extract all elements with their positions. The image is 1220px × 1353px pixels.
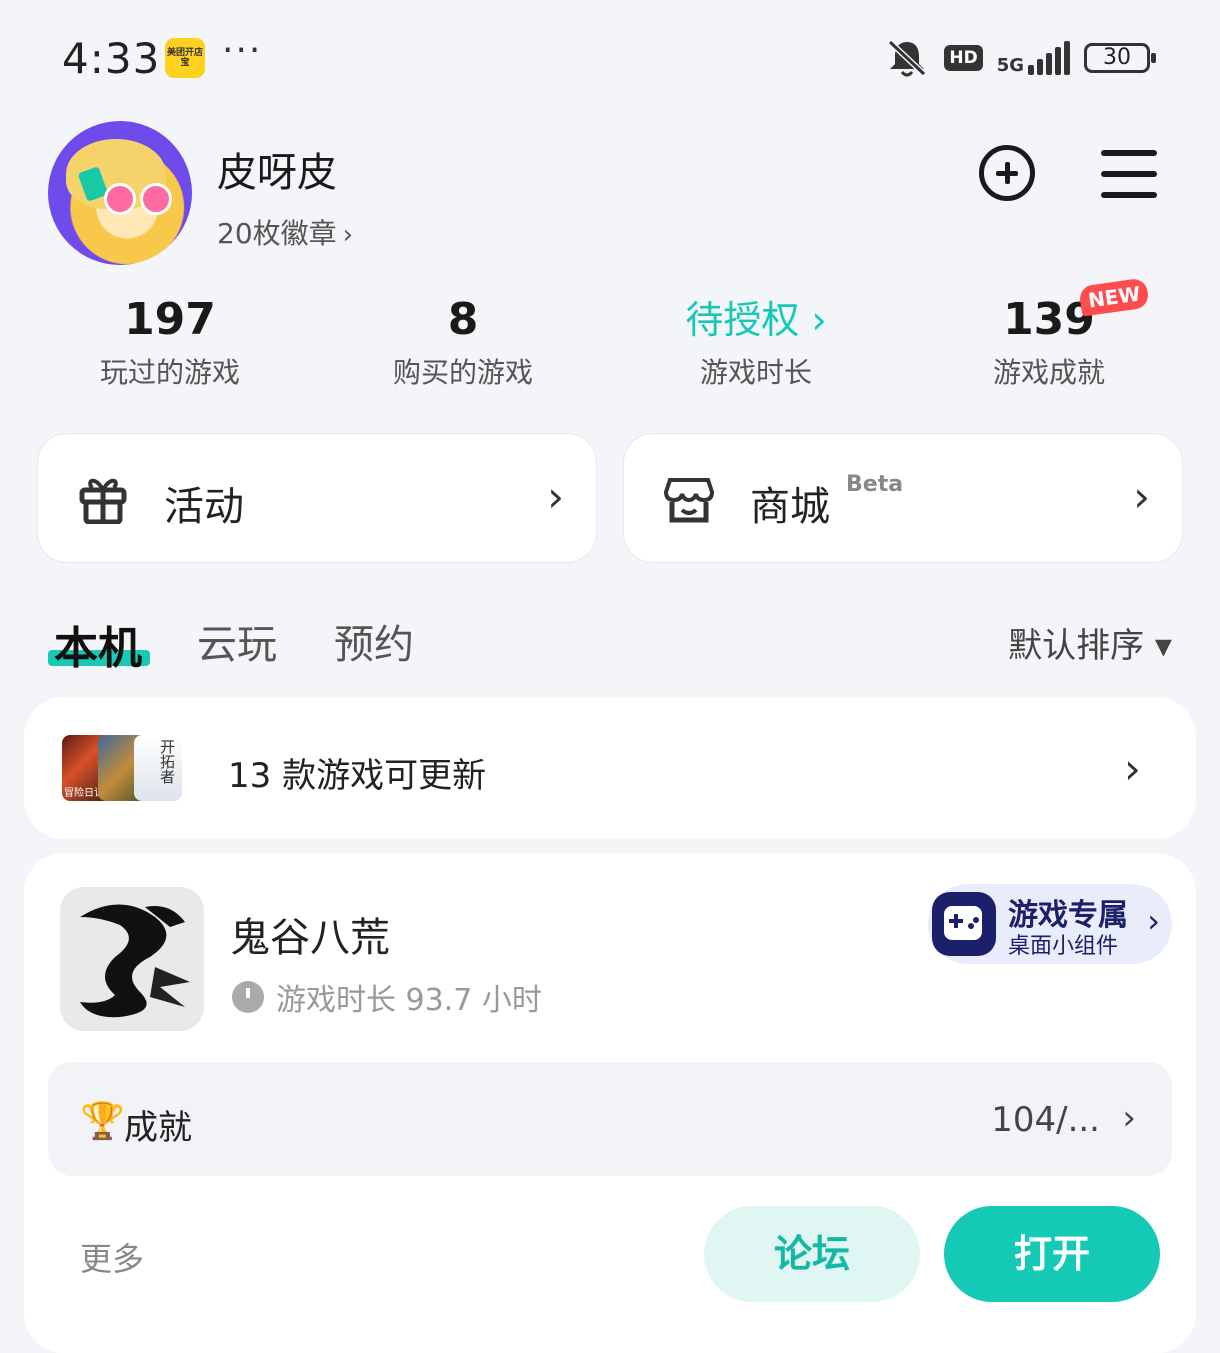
achievement-row[interactable]: 🏆 成就 104/... › <box>48 1062 1172 1176</box>
game-thumbnail: 开拓者 <box>134 735 182 801</box>
meituan-notification-icon: 美团开店宝 <box>165 38 205 78</box>
signal-icon <box>1028 41 1070 75</box>
gift-icon <box>79 478 127 524</box>
tab-reserve[interactable]: 预约 <box>334 612 414 670</box>
stat-purchased-games[interactable]: 8 购买的游戏 <box>343 295 583 391</box>
badges-link[interactable]: 20枚徽章 › <box>217 212 353 252</box>
updates-text: 13 款游戏可更新 <box>228 756 487 796</box>
mute-bell-icon <box>888 39 927 77</box>
chevron-right-icon: › <box>1122 1098 1136 1138</box>
play-time: 游戏时长 93.7 小时 <box>232 975 542 1019</box>
update-thumbnails: 冒险日记 开拓者 <box>62 735 182 801</box>
stat-label: 购买的游戏 <box>392 356 533 389</box>
stat-play-time[interactable]: 待授权 › 游戏时长 <box>636 295 876 391</box>
activity-label: 活动 <box>164 484 244 530</box>
username[interactable]: 皮呀皮 <box>217 140 337 198</box>
widget-subtitle: 桌面小组件 <box>1008 934 1119 959</box>
game-title[interactable]: 鬼谷八荒 <box>230 905 390 963</box>
chevron-right-icon: › <box>1133 472 1150 521</box>
chevron-right-icon: › <box>1124 744 1141 793</box>
gamepad-icon <box>932 892 996 956</box>
game-icon[interactable] <box>60 887 204 1031</box>
stat-label: 游戏时长 <box>699 356 812 389</box>
forum-button[interactable]: 论坛 <box>704 1206 920 1302</box>
chevron-right-icon: › <box>1147 902 1160 940</box>
chevron-right-icon: › <box>547 472 564 521</box>
tab-local[interactable]: 本机 <box>54 612 142 676</box>
dragon-logo-icon <box>60 887 204 1031</box>
store-icon <box>664 478 714 523</box>
stat-value: 8 <box>447 294 479 345</box>
more-link[interactable]: 更多 <box>80 1234 144 1280</box>
hd-icon: HD <box>944 45 983 71</box>
store-card[interactable]: 商城 Beta › <box>623 433 1183 563</box>
battery-icon: 30 <box>1084 43 1156 73</box>
tab-cloud[interactable]: 云玩 <box>197 612 277 670</box>
status-icons: HD 5G 30 <box>884 38 1156 78</box>
stat-played-games[interactable]: 197 玩过的游戏 <box>50 295 290 391</box>
chevron-right-icon: › <box>342 220 354 250</box>
sort-dropdown[interactable]: 默认排序 ▾ <box>1008 618 1172 667</box>
achievement-count: 104/... <box>991 1100 1100 1140</box>
stat-label: 游戏成就 <box>992 356 1105 389</box>
activity-card[interactable]: 活动 › <box>37 433 597 563</box>
stat-label: 玩过的游戏 <box>99 356 240 389</box>
5g-icon: 5G <box>996 55 1024 76</box>
store-label: 商城 <box>750 484 830 530</box>
menu-icon[interactable] <box>1101 150 1157 198</box>
badges-count: 20枚徽章 <box>217 217 337 250</box>
trophy-icon: 🏆 <box>80 1101 125 1142</box>
thumbnail-calligraphy: 开拓者 <box>158 739 176 784</box>
stopwatch-icon <box>232 981 264 1013</box>
achievement-label: 成就 <box>124 1108 192 1148</box>
status-time: 4:33 <box>62 34 161 83</box>
desktop-widget-button[interactable]: 游戏专属 桌面小组件 › <box>928 884 1172 964</box>
open-button[interactable]: 打开 <box>944 1206 1160 1302</box>
more-notifications-icon: ··· <box>222 30 263 71</box>
add-button[interactable] <box>979 145 1035 201</box>
avatar[interactable] <box>48 121 192 265</box>
beta-badge: Beta <box>846 472 904 497</box>
stat-value: 待授权 › <box>685 298 827 342</box>
updates-row[interactable] <box>24 697 1196 839</box>
play-time-text: 游戏时长 93.7 小时 <box>276 983 542 1018</box>
stat-value: 197 <box>124 294 216 345</box>
